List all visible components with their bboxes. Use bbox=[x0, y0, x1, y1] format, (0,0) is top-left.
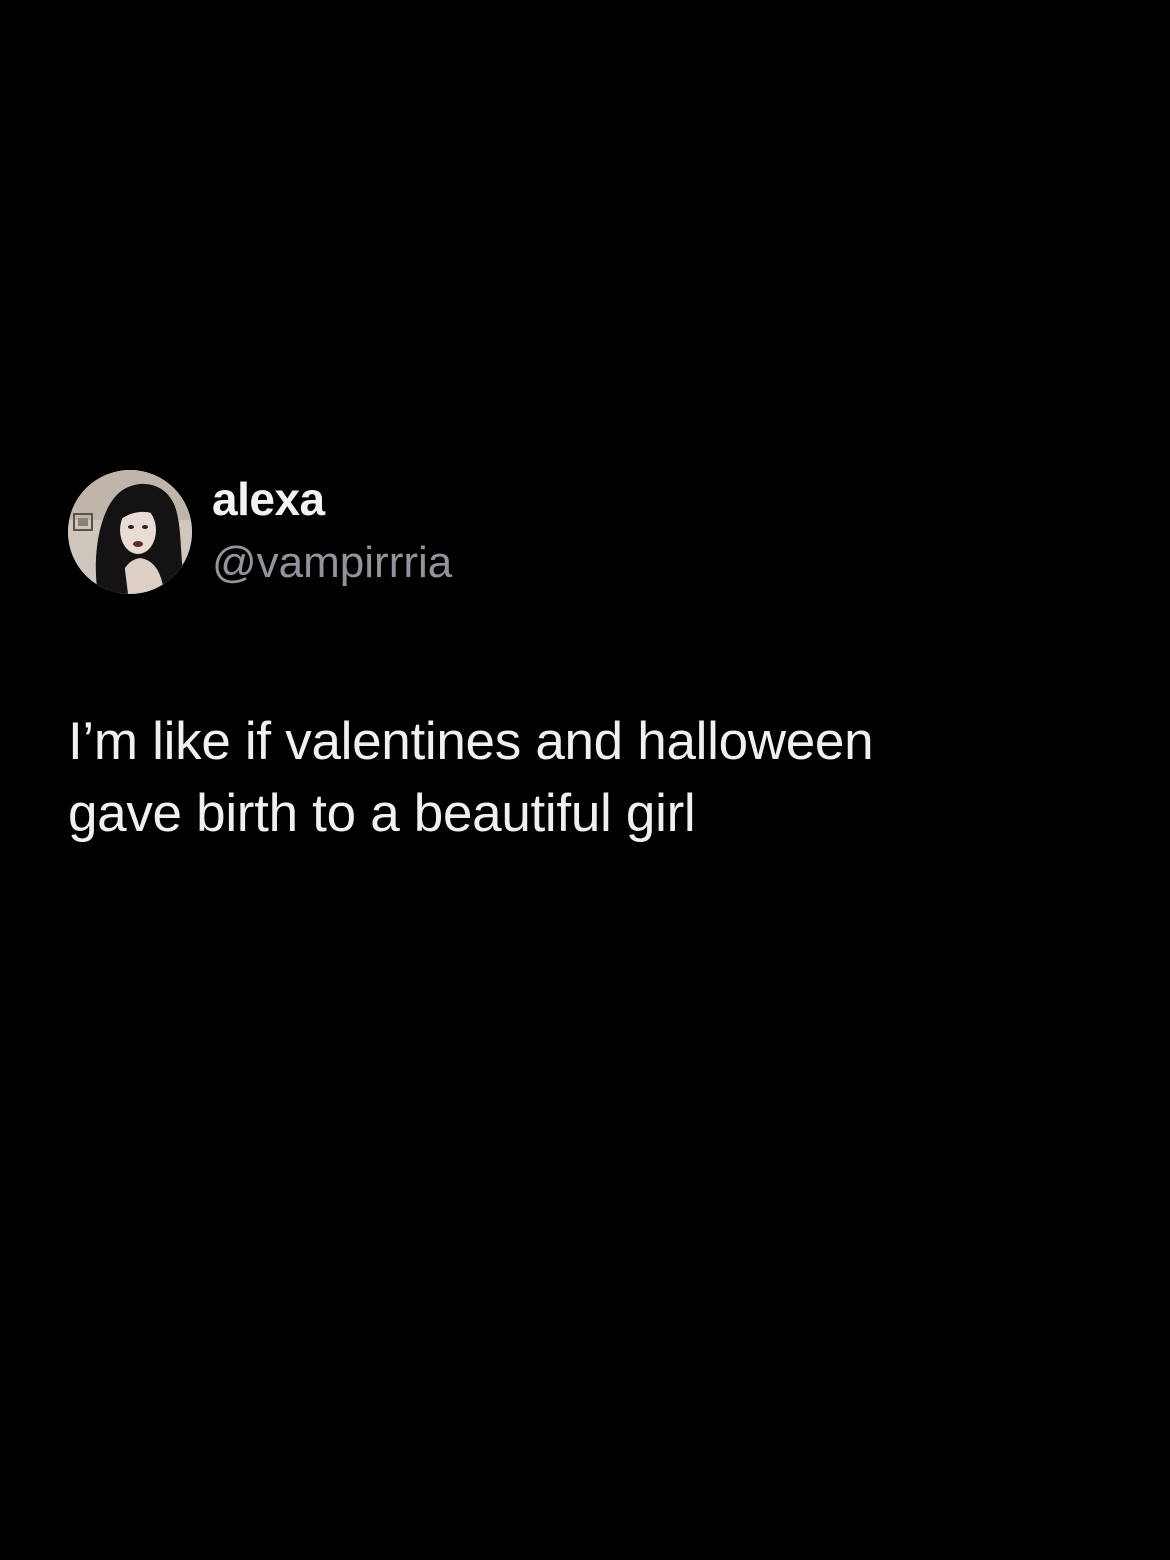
tweet-card: alexa @vampirrria I’m like if valentines… bbox=[68, 470, 1108, 850]
display-name[interactable]: alexa bbox=[212, 471, 452, 527]
tweet-text: I’m like if valentines and halloween gav… bbox=[68, 712, 874, 843]
author-names: alexa @vampirrria bbox=[212, 471, 452, 593]
avatar[interactable] bbox=[68, 470, 192, 594]
tweet-header: alexa @vampirrria bbox=[68, 470, 1108, 594]
profile-photo-icon bbox=[68, 470, 192, 594]
user-handle[interactable]: @vampirrria bbox=[212, 533, 452, 593]
